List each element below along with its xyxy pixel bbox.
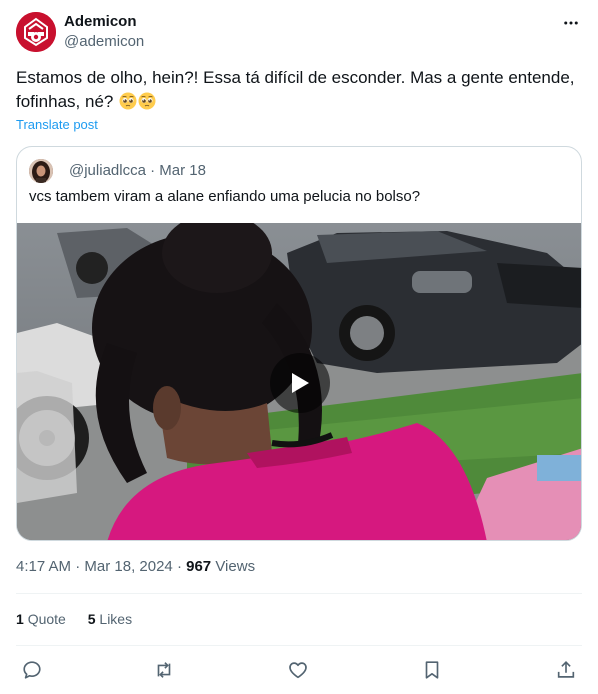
tweet-header: Ademicon @ademicon [16,12,582,56]
more-button[interactable] [560,12,582,34]
more-horizontal-icon [564,21,578,25]
tweet-text: Estamos de olho, hein?! Essa tá difícil … [16,66,586,114]
pleading-face-emoji-icon [138,92,156,110]
quoted-text: vcs tambem viram a alane enfiando uma pe… [29,188,421,205]
tweet-text-line-1: Estamos de olho, hein?! Essa tá difícil … [16,68,575,87]
quotes-count: 1 [16,611,24,627]
divider [16,593,582,594]
action-bar [16,656,582,684]
translate-post-link[interactable]: Translate post [16,117,98,132]
share-icon [557,661,575,678]
quotes-label: Quote [27,611,66,627]
pleading-face-emoji-icon [119,92,137,110]
time-date-separator: · [75,558,81,575]
post-date[interactable]: Mar 18, 2024 [84,558,172,575]
timestamp-row: 4:17 AM · Mar 18, 2024 · 967 Views [16,558,255,575]
quoted-meta: @juliadlcca · Mar 18 [69,162,206,179]
tweet-text-line-2-text: fofinhas, né? [16,92,114,111]
views-separator: · [176,558,182,575]
quoted-tweet[interactable]: @juliadlcca · Mar 18 vcs tambem viram a … [16,146,582,541]
quoted-handle[interactable]: @juliadlcca [69,162,146,179]
quoted-date[interactable]: Mar 18 [159,162,206,179]
author-name[interactable]: Ademicon [64,13,137,30]
like-button[interactable] [284,656,312,684]
bookmark-button[interactable] [418,656,446,684]
post-time[interactable]: 4:17 AM [16,558,71,575]
reply-button[interactable] [18,656,46,684]
divider [16,645,582,646]
engagement-stats: 1 Quote 5 Likes [16,611,150,627]
quotes-stat[interactable]: 1 Quote [16,611,70,627]
repost-icon [157,662,171,678]
bookmark-icon [425,661,439,679]
quoted-author-avatar [29,159,53,183]
author-handle[interactable]: @ademicon [64,33,144,50]
tweet-text-line-2: fofinhas, né? [16,90,586,114]
reply-icon [23,661,41,679]
author-avatar[interactable] [16,12,56,52]
likes-stat[interactable]: 5 Likes [88,611,132,627]
repost-button[interactable] [150,656,178,684]
heart-icon [289,662,307,679]
likes-count: 5 [87,611,96,627]
share-button[interactable] [552,656,580,684]
views-count: 967 [186,558,212,575]
quoted-separator: · [150,162,156,179]
quoted-video[interactable] [17,223,581,540]
views-label: Views [215,558,256,575]
likes-label: Likes [99,611,133,627]
play-button[interactable] [270,353,330,413]
play-icon [292,373,309,393]
